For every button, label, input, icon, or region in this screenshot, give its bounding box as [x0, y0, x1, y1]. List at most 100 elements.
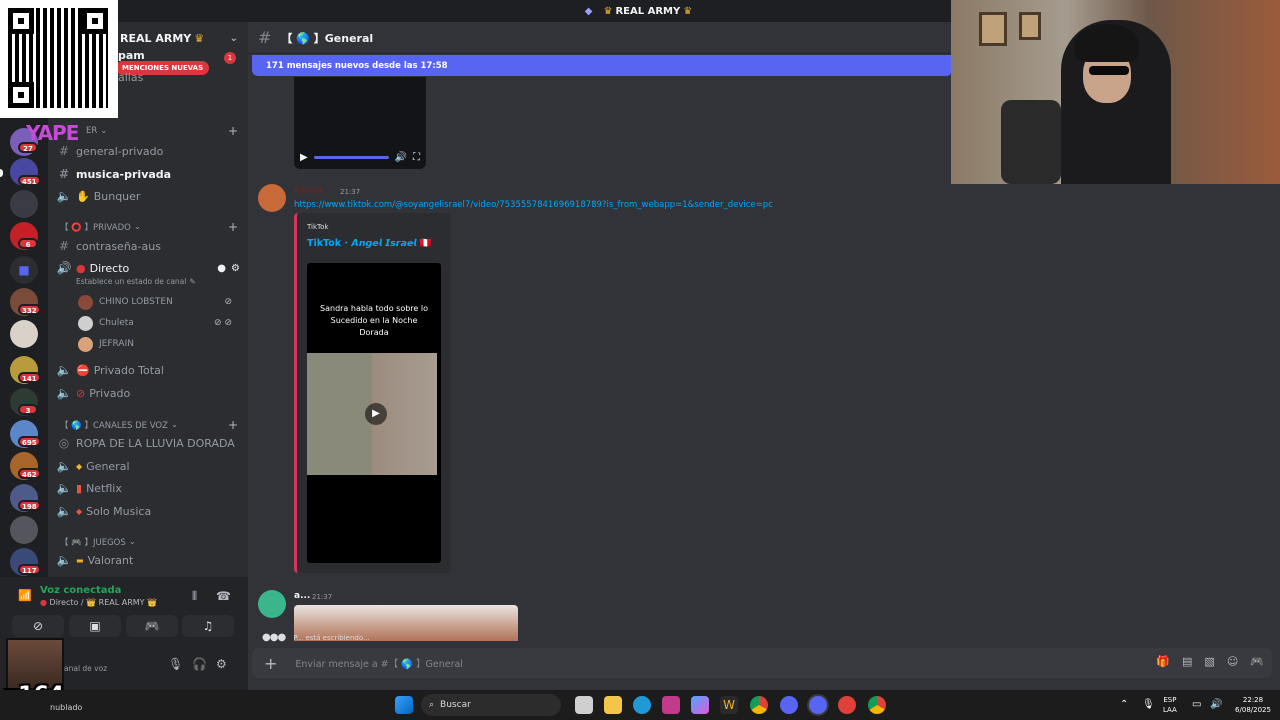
avatar[interactable]	[258, 590, 286, 618]
windows-start-icon[interactable]	[395, 696, 413, 714]
window-title: REAL ARMY	[615, 5, 681, 17]
server-badge: 3	[18, 404, 38, 415]
add-channel-icon[interactable]: +	[228, 220, 238, 234]
video-controls: ▶ 🔊 ⛶	[294, 145, 426, 169]
server-badge: 141	[18, 372, 41, 383]
emoji-icon[interactable]: ☺	[1227, 655, 1238, 668]
voice-channel-solo-musica[interactable]: 🔈 ◆ Solo Musica	[56, 501, 242, 521]
gear-icon[interactable]: ⚙	[216, 657, 227, 671]
voice-channel-general[interactable]: 🔈 ◆ General	[56, 456, 242, 476]
add-attachment-icon[interactable]: +	[264, 654, 277, 673]
voice-user[interactable]: JEFRAIN	[78, 334, 238, 354]
avatar[interactable]	[258, 184, 286, 212]
copilot-icon[interactable]	[691, 696, 709, 714]
hashtag-icon: #	[58, 239, 70, 253]
weather-label[interactable]: nublado	[50, 703, 82, 712]
activity-button[interactable]: 🎮	[126, 615, 178, 637]
app-icon[interactable]	[838, 696, 856, 714]
server-icon-3[interactable]	[10, 190, 38, 218]
gif-icon[interactable]: ▤	[1182, 655, 1192, 668]
file-explorer-icon[interactable]	[604, 696, 622, 714]
chrome-icon[interactable]	[750, 696, 768, 714]
noise-suppression-icon[interactable]: ⫴	[192, 589, 197, 604]
chat-bubble-icon[interactable]: ●	[217, 263, 226, 274]
play-icon[interactable]: ▶	[300, 152, 308, 163]
voice-location[interactable]: ● Directo / 👑 REAL ARMY 👑	[40, 598, 157, 607]
volume-icon[interactable]: 🔊	[1210, 700, 1222, 710]
add-channel-icon[interactable]: +	[228, 418, 238, 432]
chevron-down-icon: ⌄	[133, 222, 141, 232]
category-canales-de-voz[interactable]: 【 🌎 】Canales de voz ⌄ +	[60, 418, 238, 432]
channel-bunquer[interactable]: 🔈 ✋ Bunquer	[56, 186, 242, 206]
category-privado[interactable]: 【 ⭕ 】PRIVADO ⌄ +	[60, 220, 238, 234]
app-icon[interactable]	[662, 696, 680, 714]
channel-status-prompt[interactable]: Establece un estado de canal ✎	[76, 274, 248, 288]
task-view-icon[interactable]	[575, 696, 593, 714]
crown-icon: ♛	[683, 5, 693, 17]
server-icon-12[interactable]	[10, 516, 38, 544]
discord-icon[interactable]	[780, 696, 798, 714]
disconnect-icon[interactable]: ☎	[216, 589, 231, 603]
message-composer[interactable]: + Enviar mensaje a #【 🌎 】General 🎁 ▤ ▧ ☺…	[252, 648, 1272, 678]
qr-finder	[8, 82, 34, 108]
folder-icon[interactable]: ■	[10, 256, 38, 284]
camera-off-button[interactable]: ⊘	[12, 615, 64, 637]
channel-partial-top[interactable]: pam	[118, 48, 218, 62]
channel-general-privado[interactable]: # general-privado	[56, 141, 242, 161]
stage-channel[interactable]: ◎ ROPA DE LA LLUVIA DORADA	[56, 433, 242, 453]
fullscreen-icon[interactable]: ⛶	[413, 152, 420, 163]
voice-user[interactable]: CHINO LOBSTEN ⊘	[78, 292, 238, 312]
play-icon[interactable]: ▶	[365, 403, 387, 425]
chrome-icon[interactable]	[868, 696, 886, 714]
user-panel-label: anal de voz	[64, 664, 108, 673]
screen-share-button[interactable]: ▣	[69, 615, 121, 637]
taskbar-search[interactable]: ⌕ Buscar	[421, 694, 561, 716]
voice-status[interactable]: Voz conectada	[40, 585, 121, 596]
gift-icon[interactable]: 🎁	[1156, 655, 1170, 668]
hashtag-icon: #	[58, 167, 70, 181]
new-messages-bar[interactable]: 171 mensajes nuevos desde las 17:58	[252, 55, 952, 76]
message-author[interactable]: a...	[294, 591, 310, 601]
voice-user[interactable]: Chuleta ⊘ ⊘	[78, 313, 238, 333]
chevron-down-icon[interactable]: ⌄	[230, 33, 238, 44]
embed-video[interactable]: Sandra habla todo sobre lo Sucedido en l…	[307, 263, 441, 563]
channel-contrasena[interactable]: # contraseña-aus	[56, 236, 242, 256]
apps-icon[interactable]: 🎮	[1250, 655, 1264, 668]
microphone-icon[interactable]: 🎙	[1142, 700, 1155, 710]
channel-musica-privada[interactable]: # musica-privada	[56, 164, 242, 184]
server-icon: ◆	[584, 5, 593, 17]
server-icon-6[interactable]	[10, 320, 38, 348]
add-channel-icon[interactable]: +	[228, 124, 238, 138]
language-indicator[interactable]: ESP LAA	[1163, 695, 1177, 715]
microphone-icon[interactable]: 🎙	[168, 657, 183, 671]
category-header[interactable]: ER ⌄ +	[86, 124, 238, 138]
message-author[interactable]: Ghost	[294, 186, 324, 196]
volume-slider[interactable]	[313, 155, 389, 159]
gear-icon[interactable]: ⚙	[231, 263, 240, 274]
headphones-icon[interactable]: 🎧	[192, 657, 207, 671]
volume-icon[interactable]: 🔊	[395, 152, 407, 163]
voice-channel-valorant[interactable]: 🔈 ▬ Valorant	[56, 550, 242, 570]
soundboard-button[interactable]: ♫	[182, 615, 234, 637]
clock[interactable]: 22:28 6/08/2025	[1230, 695, 1276, 715]
sticker-icon[interactable]: ▧	[1204, 655, 1214, 668]
speaker-icon: 🔈	[56, 459, 72, 473]
edge-icon[interactable]	[633, 696, 651, 714]
embed-provider[interactable]: TikTok	[307, 223, 328, 231]
message-input[interactable]: Enviar mensaje a #【 🌎 】General	[295, 656, 463, 670]
app-icon[interactable]: W	[720, 696, 738, 714]
network-icon[interactable]: ▭	[1192, 700, 1201, 710]
category-juegos[interactable]: 【 🎮 】Juegos ⌄	[60, 536, 238, 548]
message-link[interactable]: https://www.tiktok.com/@soyangelisrael7/…	[294, 200, 773, 210]
discord-active-icon[interactable]	[809, 696, 827, 714]
channel-partial-second[interactable]: allas	[118, 70, 218, 84]
tiktok-embed: TikTok TikTok · 𝘼𝙣𝙜𝙚𝙡 𝙄𝙨𝙧𝙖𝙚𝙡 🇵🇪 Sandra h…	[294, 213, 451, 573]
embed-title[interactable]: TikTok · 𝘼𝙣𝙜𝙚𝙡 𝙄𝙨𝙧𝙖𝙚𝙡 🇵🇪	[307, 238, 432, 249]
unread-indicator	[0, 169, 3, 177]
channel-privado-total[interactable]: 🔈 ⛔ Privado Total	[56, 360, 242, 380]
signal-icon[interactable]: 📶	[18, 589, 32, 602]
tray-chevron-icon[interactable]: ⌃	[1120, 700, 1128, 710]
video-player[interactable]: ▶ 🔊 ⛶	[294, 77, 426, 169]
channel-privado[interactable]: 🔈 ⊘ Privado	[56, 383, 242, 403]
voice-channel-netflix[interactable]: 🔈 ▮ Netflix	[56, 478, 242, 498]
